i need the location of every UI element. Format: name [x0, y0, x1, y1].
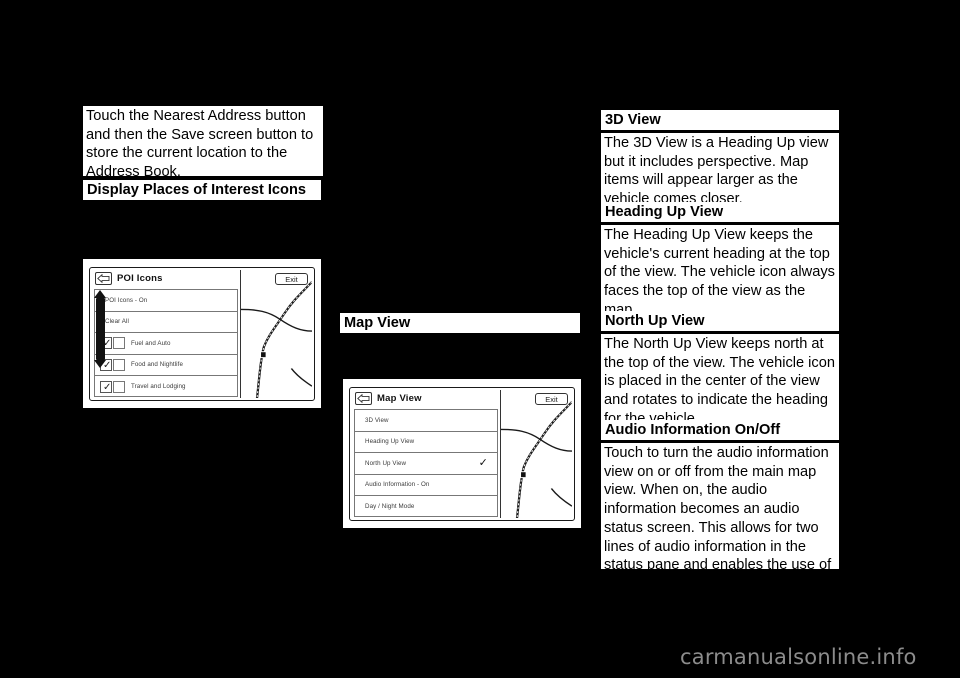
heading-heading-up-view: Heading Up View [601, 202, 839, 222]
watermark-carmanualsonline: carmanualsonline.info [680, 645, 917, 669]
map-view-screen-title: Map View [377, 393, 422, 404]
body-heading-up-view: The Heading Up View keeps the vehicle's … [601, 225, 839, 337]
map-view-map-preview[interactable]: Exit [500, 390, 572, 518]
map-view-row-label: Day / Night Mode [365, 503, 415, 511]
body-audio-information-on-off: Touch to turn the audio information view… [601, 443, 839, 592]
poi-row-label: Travel and Lodging [131, 383, 186, 391]
checkbox-outline-icon [113, 358, 125, 371]
poi-row-label: Clear All [105, 318, 129, 326]
map-view-title-bar: Map View [352, 390, 500, 407]
map-view-row-label: Audio Information - On [365, 481, 430, 489]
heading-north-up-view: North Up View [601, 311, 839, 331]
map-view-map-roads [501, 401, 572, 518]
heading-audio-information-on-off: Audio Information On/Off [601, 420, 839, 440]
map-view-row-label: 3D View [365, 416, 389, 424]
heading-map-view: Map View [340, 313, 580, 333]
poi-row-clear-all[interactable]: Clear All [95, 312, 237, 333]
figure-poi-icons: POI Icons POI Icons - On Clear All ✓ Fue… [83, 259, 321, 408]
poi-title-bar: POI Icons [92, 270, 240, 287]
poi-row-fuel-and-auto[interactable]: ✓ Fuel and Auto [95, 333, 237, 355]
poi-scrollbar[interactable] [92, 290, 108, 368]
poi-row-icons-on[interactable]: POI Icons - On [95, 290, 237, 312]
poi-exit-button[interactable]: Exit [275, 273, 308, 285]
map-view-row-label: Heading Up View [365, 438, 415, 446]
back-arrow-icon[interactable] [355, 392, 372, 405]
poi-menu-list[interactable]: POI Icons - On Clear All ✓ Fuel and Auto… [94, 289, 238, 397]
poi-row-food-and-nightlife[interactable]: ✓ Food and Nightlife [95, 355, 237, 376]
body-3d-view: The 3D View is a Heading Up view but it … [601, 133, 839, 207]
poi-map-preview[interactable]: Exit [240, 270, 312, 398]
map-view-row-audio-information[interactable]: Audio Information - On [355, 475, 497, 496]
map-view-row-label: North Up View [365, 459, 407, 467]
back-arrow-icon[interactable] [95, 272, 112, 285]
heading-3d-view: 3D View [601, 110, 839, 130]
poi-row-label: Food and Nightlife [131, 361, 184, 369]
map-view-screen[interactable]: Map View 3D View Heading Up View North U… [349, 387, 575, 521]
map-view-exit-button[interactable]: Exit [535, 393, 568, 405]
heading-display-places-of-interest-icons: Display Places of Interest Icons [83, 180, 321, 200]
map-view-row-north-up-view[interactable]: North Up View ✓ [355, 453, 497, 475]
poi-screen-title: POI Icons [117, 273, 163, 284]
map-view-row-heading-up-view[interactable]: Heading Up View [355, 432, 497, 453]
body-north-up-view: The North Up View keeps north at the top… [601, 334, 839, 427]
poi-row-label: POI Icons - On [105, 296, 148, 304]
poi-icons-screen[interactable]: POI Icons POI Icons - On Clear All ✓ Fue… [89, 267, 315, 401]
figure-map-view: Map View 3D View Heading Up View North U… [343, 379, 581, 528]
map-view-row-3d-view[interactable]: 3D View [355, 410, 497, 432]
poi-map-roads [241, 281, 312, 398]
selected-check-icon: ✓ [478, 456, 488, 469]
checkbox-outline-icon [113, 337, 125, 350]
left-paragraph-nearest-address: Touch the Nearest Address button and the… [83, 106, 323, 180]
scrollbar-thumb[interactable] [95, 298, 105, 360]
poi-row-travel-and-lodging[interactable]: ✓ Travel and Lodging [95, 376, 237, 398]
checkbox-checked-icon[interactable]: ✓ [100, 380, 112, 393]
checkbox-outline-icon [113, 380, 125, 393]
map-view-row-day-night-mode[interactable]: Day / Night Mode [355, 496, 497, 518]
poi-row-label: Fuel and Auto [131, 339, 171, 347]
scroll-down-arrow-icon[interactable] [94, 360, 106, 368]
map-view-menu-list[interactable]: 3D View Heading Up View North Up View ✓ … [354, 409, 498, 517]
scroll-up-arrow-icon[interactable] [94, 290, 106, 298]
